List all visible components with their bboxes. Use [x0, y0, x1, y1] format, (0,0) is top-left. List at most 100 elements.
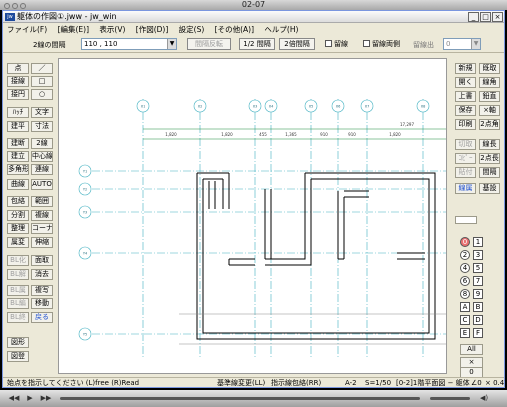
tool-button-17-0[interactable]: BL終	[7, 312, 29, 323]
tool-button-17-1[interactable]: 戻る	[31, 312, 53, 323]
tool-button-6-1[interactable]: 中心線	[31, 151, 53, 162]
layer-button-1[interactable]: 1	[473, 237, 483, 247]
forward-icon[interactable]: ▶▶	[40, 393, 52, 404]
tome-both-checkbox[interactable]: 留線両側	[363, 40, 400, 48]
menu-settings[interactable]: 設定(S)	[175, 24, 209, 35]
tome-out-combo[interactable]: 0 ▼	[443, 38, 481, 50]
menu-file[interactable]: ファイル(F)	[3, 24, 51, 35]
tool-button-10-1[interactable]: 複線	[31, 210, 53, 221]
tool-button-11-1[interactable]: コーナー	[31, 223, 53, 234]
status-layer[interactable]: [0-2]1階平面図 − 躯体	[396, 378, 470, 389]
right-tool-button-2-0[interactable]: 上書	[455, 91, 476, 102]
right-tool-button-8-0[interactable]: 線属	[455, 183, 476, 194]
right-tool-button-1-1[interactable]: 線角	[479, 77, 500, 88]
tool-button-3-1[interactable]: 文字	[31, 107, 53, 118]
spacing-combo[interactable]: 110 , 110 ▼	[81, 38, 177, 50]
tool-button-2-0[interactable]: 接円	[7, 89, 29, 100]
playback-scrubber[interactable]	[60, 397, 420, 400]
layer-button-E[interactable]: E	[460, 328, 470, 338]
tool-button-19-0[interactable]: 図登	[7, 351, 29, 362]
right-tool-button-7-0[interactable]: 貼付	[455, 167, 476, 178]
layer-button-B[interactable]: B	[473, 302, 483, 312]
play-icon[interactable]: ▶	[24, 393, 36, 404]
right-tool-button-5-1[interactable]: 線長	[479, 139, 500, 150]
tool-button-15-0[interactable]: BL属	[7, 285, 29, 296]
tool-button-1-0[interactable]: 接線	[7, 76, 29, 87]
tool-button-15-1[interactable]: 複写	[31, 285, 53, 296]
layer-button-7[interactable]: 7	[473, 276, 483, 286]
layer-button-4[interactable]: 4	[460, 263, 470, 273]
chevron-down-icon[interactable]: ▼	[167, 39, 176, 49]
right-tool-button-0-1[interactable]: 既取	[479, 63, 500, 74]
status-angle[interactable]: ∠0	[471, 378, 482, 389]
tome-checkbox[interactable]: 留線	[325, 40, 348, 48]
layer-all-button[interactable]: All	[460, 344, 483, 355]
right-tool-button-7-1[interactable]: 間隔	[479, 167, 500, 178]
menu-help[interactable]: ヘルプ(H)	[260, 24, 302, 35]
layer-button-6[interactable]: 6	[460, 276, 470, 286]
tool-button-1-1[interactable]: □	[31, 76, 53, 87]
tool-button-7-1[interactable]: 連線	[31, 164, 53, 175]
half-spacing-button[interactable]: 1/2 間隔	[239, 38, 275, 50]
drawing-canvas[interactable]: X1 X2 X3 X4 X5 X6 X7 X8 Y1 Y2 Y3 Y4 Y5 1…	[58, 58, 447, 374]
tool-button-12-1[interactable]: 伸縮	[31, 237, 53, 248]
right-tool-button-6-0[interactable]: ｺﾋﾟｰ	[455, 153, 476, 164]
tool-button-5-0[interactable]: 建断	[7, 138, 29, 149]
right-tool-button-2-1[interactable]: 鉛直	[479, 91, 500, 102]
tool-button-9-1[interactable]: 範囲	[31, 196, 53, 207]
tool-button-18-0[interactable]: 図形	[7, 337, 29, 348]
right-tool-button-3-1[interactable]: ×軸	[479, 105, 500, 116]
layer-button-8[interactable]: 8	[460, 289, 470, 299]
flip-spacing-button[interactable]: 間隔反転	[187, 38, 231, 50]
tool-button-13-1[interactable]: 面取	[31, 255, 53, 266]
layer-button-0[interactable]: 0	[460, 237, 470, 247]
tool-button-14-0[interactable]: BL解	[7, 269, 29, 280]
close-button[interactable]: ×	[492, 12, 503, 22]
chevron-down-icon[interactable]: ▼	[471, 39, 480, 49]
speaker-icon[interactable]: ◀)	[478, 393, 490, 404]
tool-button-16-0[interactable]: BL編	[7, 298, 29, 309]
right-tool-button-4-1[interactable]: 2点角	[479, 119, 500, 130]
layer-button-D[interactable]: D	[473, 315, 483, 325]
tool-button-8-1[interactable]: AUTO	[31, 179, 53, 190]
tool-button-16-1[interactable]: 移動	[31, 298, 53, 309]
tool-button-14-1[interactable]: 消去	[31, 269, 53, 280]
tool-button-11-0[interactable]: 整理	[7, 223, 29, 234]
tool-button-12-0[interactable]: 属変	[7, 237, 29, 248]
tool-button-8-0[interactable]: 曲線	[7, 179, 29, 190]
volume-slider[interactable]	[430, 397, 470, 400]
right-tool-button-1-0[interactable]: 開く	[455, 77, 476, 88]
layer-button-A[interactable]: A	[460, 302, 470, 312]
layer-button-5[interactable]: 5	[473, 263, 483, 273]
tool-button-4-1[interactable]: 寸法	[31, 121, 53, 132]
double-spacing-button[interactable]: 2倍間隔	[279, 38, 315, 50]
tool-button-13-0[interactable]: BL化	[7, 255, 29, 266]
right-tool-button-4-0[interactable]: 印刷	[455, 119, 476, 130]
tool-button-2-1[interactable]: ○	[31, 89, 53, 100]
tool-button-0-0[interactable]: 点	[7, 63, 29, 74]
status-scale[interactable]: S=1/50	[365, 378, 391, 389]
menu-view[interactable]: 表示(V)	[95, 24, 129, 35]
rewind-icon[interactable]: ◀◀	[8, 393, 20, 404]
status-paper[interactable]: A-2	[345, 378, 357, 389]
menu-other[interactable]: [その他(A)]	[211, 24, 258, 35]
right-tool-button-5-0[interactable]: 切取	[455, 139, 476, 150]
layer-button-2[interactable]: 2	[460, 250, 470, 260]
line-type-preview[interactable]	[455, 216, 477, 224]
menu-draw[interactable]: [作図(D)]	[132, 24, 172, 35]
maximize-button[interactable]: □	[480, 12, 491, 22]
tool-button-9-0[interactable]: 包絡	[7, 196, 29, 207]
drawing-svg[interactable]: X1 X2 X3 X4 X5 X6 X7 X8 Y1 Y2 Y3 Y4 Y5 1…	[59, 59, 447, 374]
right-tool-button-8-1[interactable]: 基設	[479, 183, 500, 194]
tool-button-10-0[interactable]: 分割	[7, 210, 29, 221]
layer-button-F[interactable]: F	[473, 328, 483, 338]
menu-edit[interactable]: [編集(E)]	[54, 24, 93, 35]
layer-button-9[interactable]: 9	[473, 289, 483, 299]
tool-button-3-0[interactable]: ﾊｯﾁ	[7, 107, 29, 118]
tool-button-7-0[interactable]: 多角形	[7, 164, 29, 175]
right-tool-button-3-0[interactable]: 保存	[455, 105, 476, 116]
tool-button-5-1[interactable]: 2線	[31, 138, 53, 149]
right-tool-button-6-1[interactable]: 2点長	[479, 153, 500, 164]
tool-button-4-0[interactable]: 建平	[7, 121, 29, 132]
tool-button-6-0[interactable]: 建立	[7, 151, 29, 162]
